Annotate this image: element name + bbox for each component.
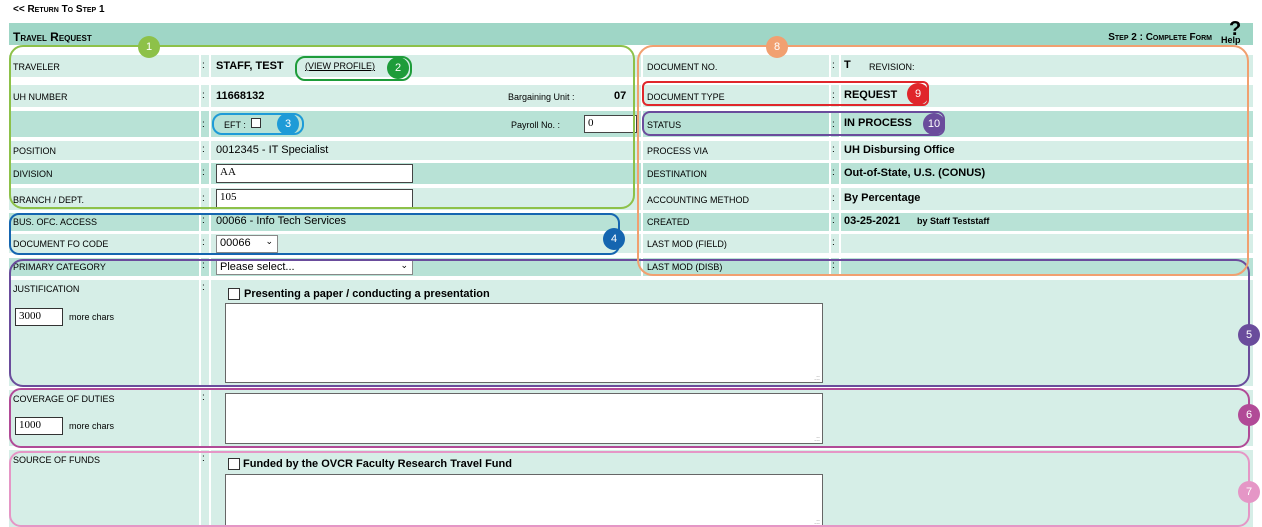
bus-ofc-access-label: Bus. Ofc. Access	[13, 217, 98, 227]
document-no-value: T	[844, 59, 851, 71]
resize-grip-icon: .::	[814, 519, 820, 526]
payroll-label: Payroll No. :	[511, 120, 561, 130]
annotation-badge-3: 3	[277, 113, 299, 135]
annotation-badge-4: 4	[603, 228, 625, 250]
row-uh-number: UH Number : 11668132 Bargaining Unit : 0…	[9, 85, 1253, 107]
row-fo-code: Document FO Code : 00066 ⌄ Last Mod (Fie…	[9, 234, 1253, 253]
ovcr-fund-checkbox[interactable]	[228, 458, 240, 470]
last-mod-field-label: Last Mod (Field)	[647, 239, 727, 249]
accounting-method-label: Accounting Method	[647, 195, 749, 205]
bus-ofc-access-value: 00066 - Info Tech Services	[216, 215, 347, 227]
document-no-label: Document No.	[647, 62, 718, 72]
eft-checkbox[interactable]	[251, 118, 261, 128]
traveler-value: STAFF, TEST	[216, 60, 284, 72]
division-label: Division	[13, 169, 53, 179]
annotation-badge-10: 10	[923, 113, 945, 135]
annotation-badge-8: 8	[766, 36, 788, 58]
annotation-badge-6: 6	[1238, 404, 1260, 426]
branch-dept-label: Branch / Dept.	[13, 195, 85, 205]
coverage-textarea[interactable]: .::	[225, 393, 823, 444]
annotation-badge-5: 5	[1238, 324, 1260, 346]
accounting-method-value: By Percentage	[844, 192, 921, 204]
process-via-label: Process Via	[647, 146, 709, 156]
branch-dept-input[interactable]: 105	[216, 189, 413, 208]
uh-number-label: UH Number	[13, 92, 68, 102]
revision-label: REVISION:	[869, 62, 915, 72]
row-eft: : EFT : Payroll No. : 0 Status : IN PROC…	[9, 111, 1253, 137]
justification-more-chars: more chars	[69, 312, 115, 322]
return-to-step1-link[interactable]: << Return To Step 1	[13, 4, 105, 15]
presenting-paper-label: Presenting a paper / conducting a presen…	[244, 288, 490, 300]
bargaining-unit-label: Bargaining Unit :	[508, 92, 575, 102]
coverage-char-count: 1000	[15, 417, 63, 435]
created-by: by Staff Teststaff	[917, 216, 990, 226]
position-label: Position	[13, 146, 57, 156]
annotation-badge-2: 2	[387, 57, 409, 79]
justification-label: Justification	[13, 284, 80, 294]
step-label: Step 2 : Complete Form	[1108, 32, 1212, 43]
ovcr-fund-label: Funded by the OVCR Faculty Research Trav…	[243, 458, 512, 470]
row-position: Position : 0012345 - IT Specialist Proce…	[9, 141, 1253, 160]
view-profile-link[interactable]: (VIEW PROFILE)	[305, 61, 375, 71]
annotation-badge-1: 1	[138, 36, 160, 58]
document-type-value: REQUEST	[844, 89, 898, 101]
annotation-badge-7: 7	[1238, 481, 1260, 503]
presenting-paper-checkbox[interactable]	[228, 288, 240, 300]
document-type-label: Document Type	[647, 92, 725, 102]
chevron-down-icon: ⌄	[265, 236, 273, 246]
row-traveler: Traveler : STAFF, TEST (VIEW PROFILE) Do…	[9, 55, 1253, 77]
resize-grip-icon: .::	[814, 436, 820, 443]
last-mod-disb-label: Last Mod (Disb)	[647, 262, 723, 272]
created-label: Created	[647, 217, 690, 227]
annotation-badge-9: 9	[907, 83, 929, 105]
row-bus-ofc: Bus. Ofc. Access : 00066 - Info Tech Ser…	[9, 213, 1253, 231]
primary-category-label: Primary Category	[13, 262, 106, 272]
created-date: 03-25-2021	[844, 215, 901, 227]
traveler-label: Traveler	[13, 62, 60, 72]
section-justification: Justification 3000 more chars : Presenti…	[9, 280, 1253, 386]
destination-value: Out-of-State, U.S. (CONUS)	[844, 167, 986, 179]
page-title: Travel Request	[13, 30, 92, 44]
uh-number-value: 11668132	[216, 90, 265, 102]
coverage-label: Coverage of Duties	[13, 394, 115, 404]
fo-code-select[interactable]: 00066 ⌄	[216, 235, 278, 253]
primary-category-select[interactable]: Please select... ⌄	[216, 259, 413, 275]
justification-char-count: 3000	[15, 308, 63, 326]
chevron-down-icon: ⌄	[400, 260, 408, 270]
document-fo-code-label: Document FO Code	[13, 239, 109, 249]
row-primary-category: Primary Category : Please select... ⌄ La…	[9, 258, 1253, 276]
justification-textarea[interactable]: .::	[225, 303, 823, 383]
section-source-of-funds: Source of Funds : Funded by the OVCR Fac…	[9, 450, 1253, 527]
division-input[interactable]: AA	[216, 164, 413, 183]
source-of-funds-textarea[interactable]: .::	[225, 474, 823, 527]
payroll-input[interactable]: 0	[584, 115, 637, 133]
source-of-funds-label: Source of Funds	[13, 455, 101, 465]
row-division: Division : AA Destination : Out-of-State…	[9, 163, 1253, 184]
status-label: Status	[647, 120, 682, 130]
header-bar	[9, 23, 1253, 45]
eft-label: EFT :	[224, 120, 246, 130]
row-branch: Branch / Dept. : 105 Accounting Method :…	[9, 188, 1253, 210]
coverage-more-chars: more chars	[69, 421, 115, 431]
bargaining-unit-value: 07	[614, 90, 627, 102]
resize-grip-icon: .::	[814, 375, 820, 382]
section-coverage: Coverage of Duties 1000 more chars : .::	[9, 390, 1253, 446]
help-icon[interactable]: ? Help	[1221, 18, 1253, 48]
position-value: 0012345 - IT Specialist	[216, 144, 329, 156]
status-value: IN PROCESS	[844, 117, 912, 129]
process-via-value: UH Disbursing Office	[844, 144, 955, 156]
destination-label: Destination	[647, 169, 707, 179]
